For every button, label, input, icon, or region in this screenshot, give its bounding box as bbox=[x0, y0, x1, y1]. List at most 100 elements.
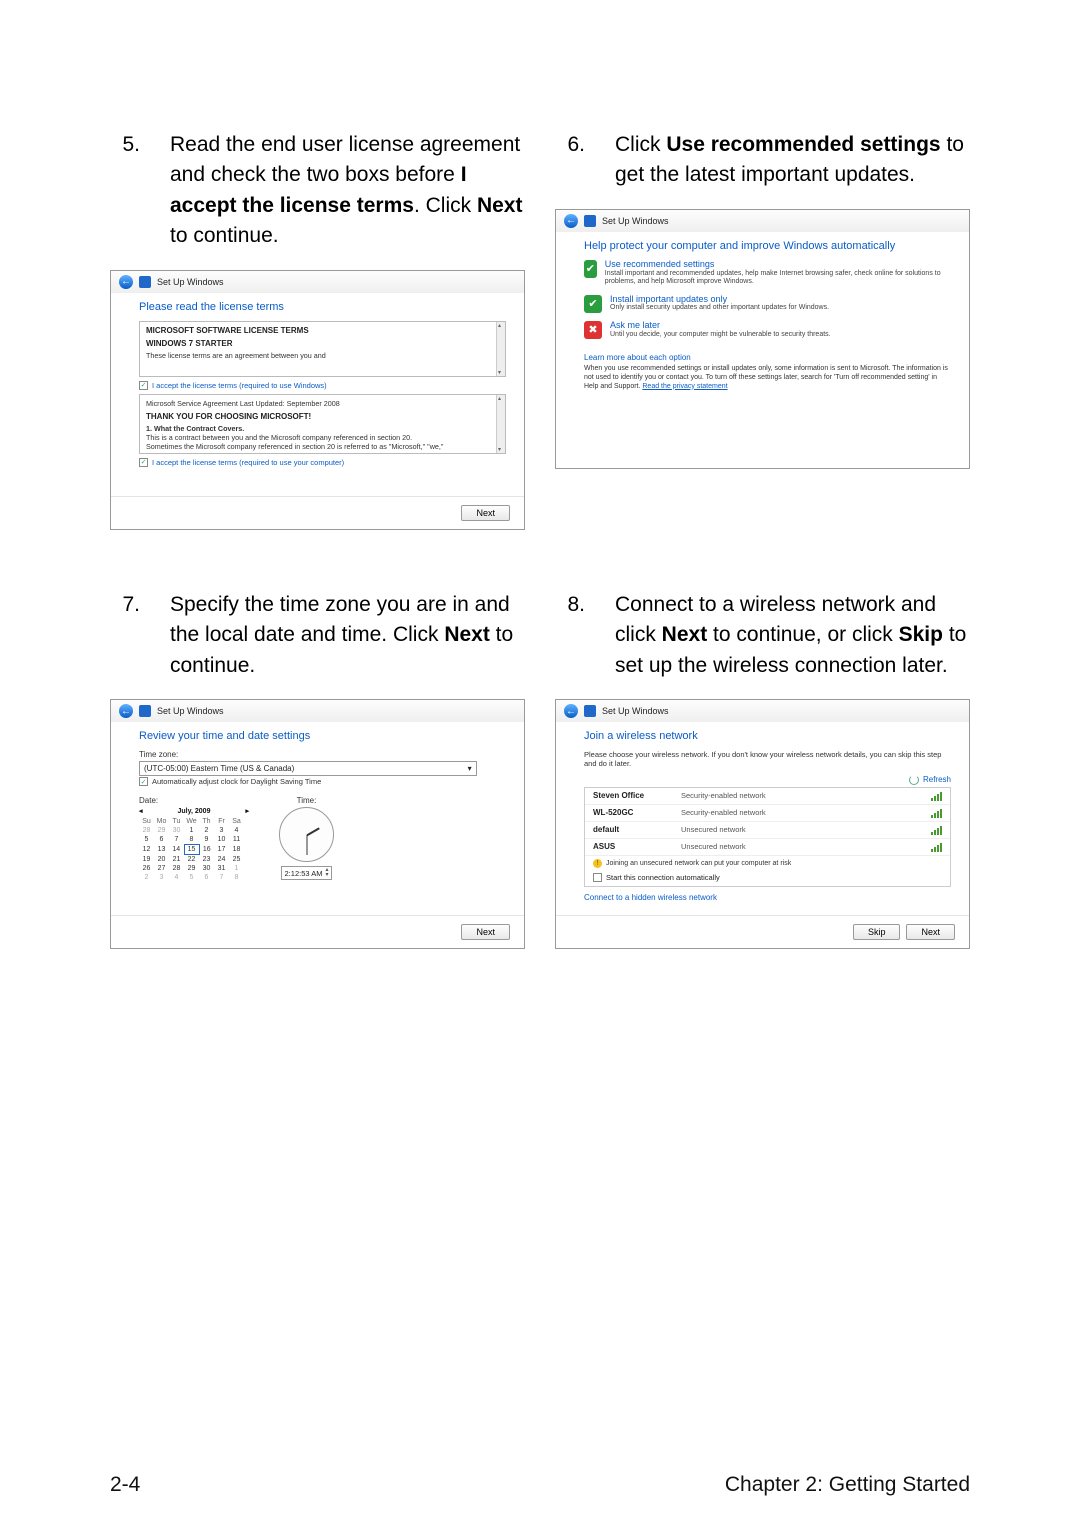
accept-label-2: I accept the license terms (required to … bbox=[152, 458, 344, 467]
calendar-day[interactable]: 29 bbox=[184, 864, 199, 873]
calendar-day[interactable]: 11 bbox=[229, 835, 244, 845]
calendar-day[interactable]: 10 bbox=[214, 835, 229, 845]
shield-check-icon: ✔ bbox=[584, 295, 602, 313]
calendar-day[interactable]: 2 bbox=[139, 873, 154, 882]
calendar-day[interactable]: 29 bbox=[154, 826, 169, 835]
wifi-item[interactable]: ASUSUnsecured network bbox=[585, 839, 950, 856]
calendar-day[interactable]: 1 bbox=[184, 826, 199, 835]
back-icon[interactable]: ← bbox=[119, 704, 133, 718]
license-wizard: ← Set Up Windows Please read the license… bbox=[110, 270, 525, 530]
step-8: 8. Connect to a wireless network and cli… bbox=[555, 590, 970, 681]
calendar-day[interactable]: 15 bbox=[184, 845, 199, 855]
wizard-title: Set Up Windows bbox=[157, 706, 224, 716]
calendar-day[interactable]: 16 bbox=[199, 845, 214, 855]
calendar-day[interactable]: 8 bbox=[184, 835, 199, 845]
wifi-list[interactable]: Steven OfficeSecurity-enabled networkWL-… bbox=[584, 787, 951, 887]
step-text: Connect to a wireless network and click … bbox=[615, 590, 970, 681]
spinner-arrows-icon[interactable]: ▴▾ bbox=[325, 868, 328, 878]
dst-label: Automatically adjust clock for Daylight … bbox=[152, 777, 321, 786]
accept-checkbox-2[interactable]: ✓ bbox=[139, 458, 148, 467]
skip-button[interactable]: Skip bbox=[853, 924, 901, 940]
time-wizard: ← Set Up Windows Review your time and da… bbox=[110, 699, 525, 949]
privacy-link[interactable]: Read the privacy statement bbox=[642, 383, 727, 390]
back-icon[interactable]: ← bbox=[564, 214, 578, 228]
wifi-item[interactable]: defaultUnsecured network bbox=[585, 822, 950, 839]
calendar-day[interactable]: 2 bbox=[199, 826, 214, 835]
time-heading: Review your time and date settings bbox=[139, 730, 506, 742]
scrollbar[interactable] bbox=[496, 395, 505, 453]
calendar-day[interactable]: 26 bbox=[139, 864, 154, 873]
calendar-day[interactable]: 3 bbox=[154, 873, 169, 882]
calendar-day[interactable]: 30 bbox=[169, 826, 184, 835]
opt-recommended[interactable]: ✔ Use recommended settings Install impor… bbox=[584, 260, 951, 287]
calendar-day[interactable]: 12 bbox=[139, 845, 154, 855]
calendar-day[interactable]: 17 bbox=[214, 845, 229, 855]
refresh-icon[interactable] bbox=[909, 775, 919, 785]
calendar-day[interactable]: 22 bbox=[184, 855, 199, 865]
wizard-title: Set Up Windows bbox=[157, 277, 224, 287]
calendar-day[interactable]: 25 bbox=[229, 855, 244, 865]
calendar-day[interactable]: 8 bbox=[229, 873, 244, 882]
wifi-warning: ! Joining an unsecured network can put y… bbox=[585, 856, 950, 871]
next-month-icon[interactable]: ▸ bbox=[245, 807, 249, 815]
learn-more-link[interactable]: Learn more about each option bbox=[584, 353, 691, 362]
calendar-day[interactable]: 4 bbox=[169, 873, 184, 882]
wifi-item[interactable]: WL-520GCSecurity-enabled network bbox=[585, 805, 950, 822]
tz-label: Time zone: bbox=[139, 750, 506, 759]
calendar-day[interactable]: 28 bbox=[139, 826, 154, 835]
calendar-day[interactable]: 31 bbox=[214, 864, 229, 873]
calendar-day[interactable]: 21 bbox=[169, 855, 184, 865]
auto-connect-checkbox[interactable]: ✓ bbox=[593, 873, 602, 882]
calendar-day[interactable]: 5 bbox=[184, 873, 199, 882]
calendar-day[interactable]: 27 bbox=[154, 864, 169, 873]
windows-flag-icon bbox=[584, 705, 596, 717]
timezone-combo[interactable]: (UTC-05:00) Eastern Time (US & Canada) ▾ bbox=[139, 761, 477, 776]
calendar-month: July, 2009 bbox=[178, 808, 211, 815]
calendar-day[interactable]: 9 bbox=[199, 835, 214, 845]
hidden-network-link[interactable]: Connect to a hidden wireless network bbox=[584, 893, 717, 902]
next-button[interactable]: Next bbox=[906, 924, 955, 940]
calendar-day[interactable]: 14 bbox=[169, 845, 184, 855]
license-box-1[interactable]: MICROSOFT SOFTWARE LICENSE TERMS WINDOWS… bbox=[139, 321, 506, 377]
calendar-day[interactable]: 23 bbox=[199, 855, 214, 865]
next-button[interactable]: Next bbox=[461, 924, 510, 940]
wifi-item[interactable]: Steven OfficeSecurity-enabled network bbox=[585, 788, 950, 805]
wifi-heading: Join a wireless network bbox=[584, 730, 951, 742]
protect-heading: Help protect your computer and improve W… bbox=[584, 240, 951, 252]
prev-month-icon[interactable]: ◂ bbox=[139, 807, 143, 815]
calendar-day[interactable]: 6 bbox=[154, 835, 169, 845]
calendar-day[interactable]: 18 bbox=[229, 845, 244, 855]
license-box-2[interactable]: Microsoft Service Agreement Last Updated… bbox=[139, 394, 506, 454]
back-icon[interactable]: ← bbox=[119, 275, 133, 289]
calendar-day[interactable]: 7 bbox=[214, 873, 229, 882]
license-heading: Please read the license terms bbox=[139, 301, 506, 313]
calendar-day[interactable]: 20 bbox=[154, 855, 169, 865]
calendar-day[interactable]: 28 bbox=[169, 864, 184, 873]
calendar-day[interactable]: 6 bbox=[199, 873, 214, 882]
calendar-day[interactable]: 19 bbox=[139, 855, 154, 865]
opt-important-only[interactable]: ✔ Install important updates only Only in… bbox=[584, 295, 951, 313]
calendar-day[interactable]: 3 bbox=[214, 826, 229, 835]
step-num: 5. bbox=[110, 130, 140, 252]
next-button[interactable]: Next bbox=[461, 505, 510, 521]
calendar-day[interactable]: 30 bbox=[199, 864, 214, 873]
accept-checkbox-1[interactable]: ✓ bbox=[139, 381, 148, 390]
step-num: 7. bbox=[110, 590, 140, 681]
wifi-intro: Please choose your wireless network. If … bbox=[584, 750, 951, 769]
shield-x-icon: ✖ bbox=[584, 321, 602, 339]
calendar-day[interactable]: 5 bbox=[139, 835, 154, 845]
calendar-day[interactable]: 4 bbox=[229, 826, 244, 835]
calendar-day[interactable]: 1 bbox=[229, 864, 244, 873]
time-spinner[interactable]: 2:12:53 AM ▴▾ bbox=[281, 866, 333, 880]
opt-ask-later[interactable]: ✖ Ask me later Until you decide, your co… bbox=[584, 321, 951, 339]
step-num: 6. bbox=[555, 130, 585, 191]
refresh-link[interactable]: Refresh bbox=[923, 775, 951, 784]
calendar-day[interactable]: 13 bbox=[154, 845, 169, 855]
calendar[interactable]: ◂ July, 2009 ▸ SuMoTuWeThFrSa28293012345… bbox=[139, 807, 249, 882]
calendar-day[interactable]: 7 bbox=[169, 835, 184, 845]
back-icon[interactable]: ← bbox=[564, 704, 578, 718]
calendar-day[interactable]: 24 bbox=[214, 855, 229, 865]
windows-flag-icon bbox=[139, 276, 151, 288]
scrollbar[interactable] bbox=[496, 322, 505, 376]
dst-checkbox[interactable]: ✓ bbox=[139, 777, 148, 786]
